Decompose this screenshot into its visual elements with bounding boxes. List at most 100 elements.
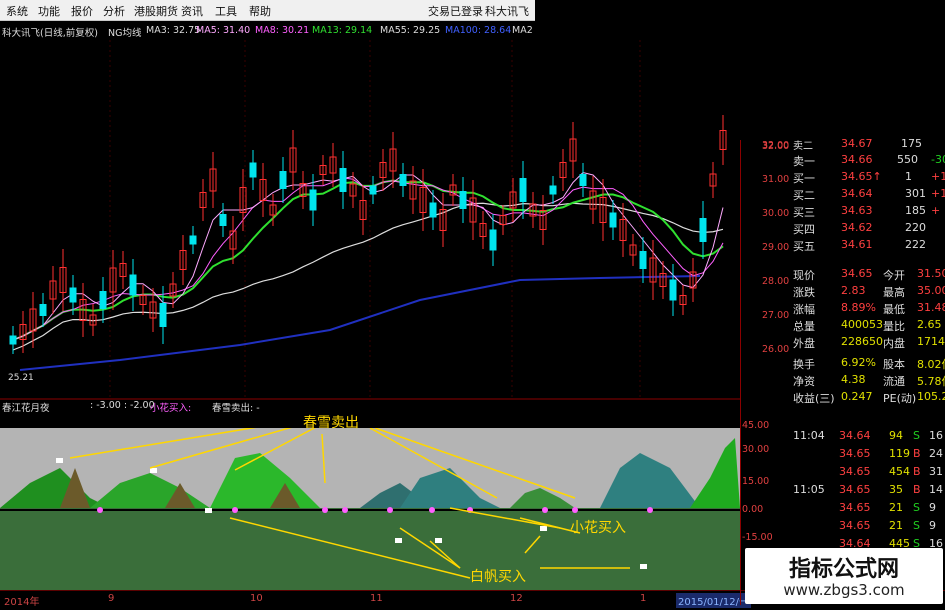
- stat-value: 35.00: [917, 284, 945, 297]
- sub-indicator-name[interactable]: 春江花月夜: [2, 400, 50, 414]
- time-label: 2014年: [4, 597, 40, 608]
- tick-flag: B: [913, 465, 921, 478]
- tick-count: 31: [929, 465, 943, 478]
- stat-key: 涨跌: [793, 286, 815, 299]
- menu-help[interactable]: 帮助: [249, 3, 271, 19]
- xiaohua-marker: [542, 507, 548, 513]
- tick-price: 34.65: [839, 465, 871, 478]
- stat-key: 最低: [883, 303, 905, 316]
- indicator-name[interactable]: NG均线: [108, 25, 141, 39]
- stat-key: 最高: [883, 286, 905, 299]
- sub-indicator-chart[interactable]: [0, 428, 740, 598]
- tick-count: 24: [929, 447, 943, 460]
- watermark-url: www.zbgs3.com: [783, 581, 905, 599]
- tick-row: 34.65 21 S 9: [741, 500, 945, 517]
- sub-indicator-header: 春江花月夜 : -3.00 : -2.00 小花买入: 春雪卖出: -: [0, 400, 740, 414]
- bid-price: 34.64: [841, 187, 873, 200]
- tick-price: 34.65: [839, 501, 871, 514]
- candlestick-chart[interactable]: 25.21: [0, 40, 740, 400]
- stat-value: 8.02亿: [917, 358, 945, 371]
- bid-volume: 222: [905, 238, 926, 251]
- menu-quote[interactable]: 报价: [71, 3, 93, 19]
- time-label: 11: [370, 593, 383, 604]
- stat-key: 净资: [793, 375, 815, 388]
- price-tick: 26.00: [762, 344, 790, 355]
- xiaohua-marker: [322, 507, 328, 513]
- trade-login-status[interactable]: 交易已登录: [428, 3, 483, 19]
- watermark-title: 指标公式网: [788, 557, 899, 582]
- tick-flag: B: [913, 483, 921, 496]
- stat-value: 171403: [917, 335, 945, 348]
- stat-value: 105.2: [917, 390, 945, 403]
- price-tick: 30.00: [762, 208, 790, 219]
- stat-value: 2.65: [917, 318, 942, 331]
- sub-indicator-values: : -3.00 : -2.00: [90, 400, 155, 411]
- annotation-sell: 春雪卖出: [303, 415, 359, 431]
- ma100-value: MA100: 28.64: [445, 25, 512, 36]
- price-tick: 28.00: [762, 276, 790, 287]
- xiaohua-marker: [572, 507, 578, 513]
- menu-function[interactable]: 功能: [38, 3, 60, 19]
- price-axis-labels: 32.00 31.00 30.00 29.00 28.00 27.00 26.0…: [745, 140, 795, 355]
- menu-tools[interactable]: 工具: [215, 3, 237, 19]
- bid-price: 34.61: [841, 238, 873, 251]
- bid-volume: 185: [905, 204, 926, 217]
- stock-name-menu[interactable]: 科大讯飞: [485, 3, 529, 19]
- tick-flag: S: [913, 429, 920, 442]
- candle: [69, 287, 77, 303]
- tick-count: 9: [929, 501, 936, 514]
- tick-row: 11:04 34.64 94 S 16: [741, 428, 945, 445]
- candle: [549, 185, 557, 195]
- stat-value: 8.89%: [841, 301, 876, 314]
- stat-key: 涨幅: [793, 303, 815, 316]
- candle: [249, 162, 257, 178]
- tick-price: 34.65: [839, 447, 871, 460]
- menu-analysis[interactable]: 分析: [103, 3, 125, 19]
- candle: [189, 235, 197, 245]
- tick-time: 11:04: [793, 429, 825, 442]
- time-label: 1: [640, 593, 647, 604]
- ma55-value: MA55: 29.25: [380, 25, 441, 36]
- tick-price: 34.65: [839, 519, 871, 532]
- candle: [489, 229, 497, 251]
- menu-system[interactable]: 系统: [6, 3, 28, 19]
- candle: [669, 279, 677, 301]
- stat-value: 5.78亿: [917, 375, 945, 388]
- xiaohua-marker: [342, 507, 348, 513]
- time-label: 10: [250, 593, 263, 604]
- candle: [579, 174, 587, 186]
- tick-flag: S: [913, 519, 920, 532]
- candle: [699, 218, 707, 242]
- candle: [519, 178, 527, 202]
- tick-count: 14: [929, 483, 943, 496]
- price-tick: 32.00: [762, 140, 790, 151]
- stat-value: 0.247: [841, 390, 873, 403]
- menu-news[interactable]: 资讯: [181, 3, 203, 19]
- stat-value: 400053: [841, 318, 883, 331]
- menu-hk-futures[interactable]: 港股期货: [134, 3, 178, 19]
- tick-volume: 94: [889, 429, 903, 442]
- candle: [129, 274, 137, 296]
- baifan-marker: [205, 508, 212, 513]
- tick-volume: 454: [889, 465, 910, 478]
- stat-key: 外盘: [793, 337, 815, 350]
- stat-key: 现价: [793, 269, 815, 282]
- tick-count: 16: [929, 429, 943, 442]
- ma-legend: 科大讯飞(日线,前复权) NG均线 MA3: 32.75 MA5: 31.40 …: [0, 24, 535, 39]
- tick-time: 11:05: [793, 483, 825, 496]
- price-axis-top: 32.00: [740, 40, 800, 152]
- candle: [609, 212, 617, 228]
- bid-price: 34.65↑: [841, 170, 882, 183]
- stat-value: 2.83: [841, 284, 866, 297]
- xiaohua-marker: [97, 507, 103, 513]
- ma8-value: MA8: 30.21: [255, 25, 310, 36]
- time-label: 12: [510, 593, 523, 604]
- stat-value: 228650: [841, 335, 883, 348]
- baifan-marker: [435, 538, 442, 543]
- watermark-box: 指标公式网 www.zbgs3.com: [745, 548, 943, 604]
- tick-volume: 35: [889, 483, 903, 496]
- tick-price: 34.65: [839, 483, 871, 496]
- candle: [399, 174, 407, 186]
- stat-key: 收益(三): [793, 392, 835, 405]
- ma13-value: MA13: 29.14: [312, 25, 373, 36]
